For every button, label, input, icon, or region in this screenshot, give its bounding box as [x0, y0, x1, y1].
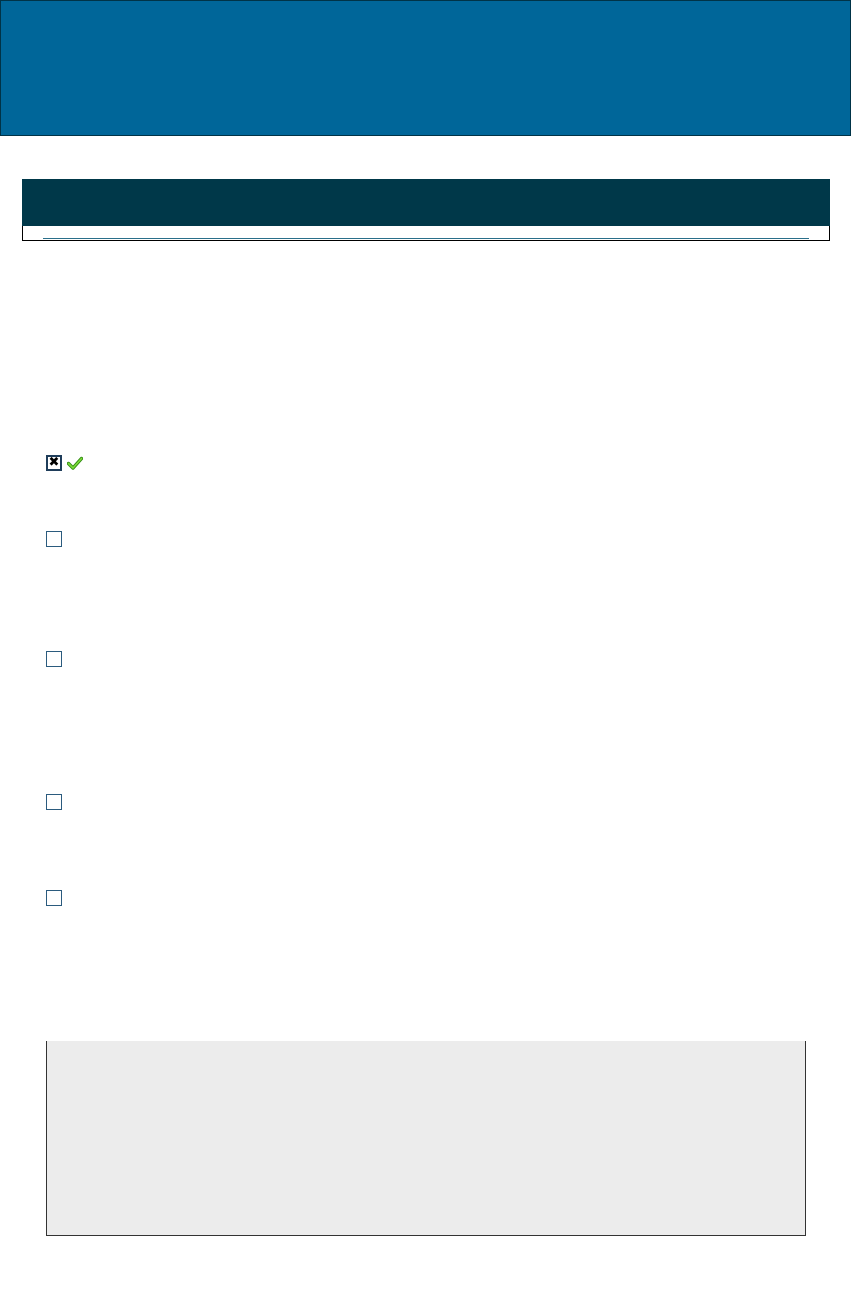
answer-option-4[interactable]: [46, 794, 62, 810]
question-header-frame: [22, 226, 830, 241]
answer-option-2[interactable]: [46, 531, 62, 547]
answer-checkbox[interactable]: [46, 651, 62, 667]
answer-option-5[interactable]: [46, 890, 62, 906]
header-divider: [43, 238, 809, 239]
correct-check-icon: [67, 456, 83, 470]
answer-option-1[interactable]: ✖: [46, 455, 83, 471]
question-header-bar: [22, 179, 830, 226]
answer-checkbox[interactable]: [46, 794, 62, 810]
feedback-panel: [46, 1041, 806, 1236]
top-banner: [0, 0, 851, 136]
answer-checkbox[interactable]: [46, 890, 62, 906]
answer-checkbox[interactable]: [46, 531, 62, 547]
answer-checkbox-checked[interactable]: ✖: [46, 455, 62, 471]
x-mark-icon: ✖: [48, 455, 60, 470]
answer-option-3[interactable]: [46, 651, 62, 667]
quiz-page: ✖: [0, 0, 851, 1308]
